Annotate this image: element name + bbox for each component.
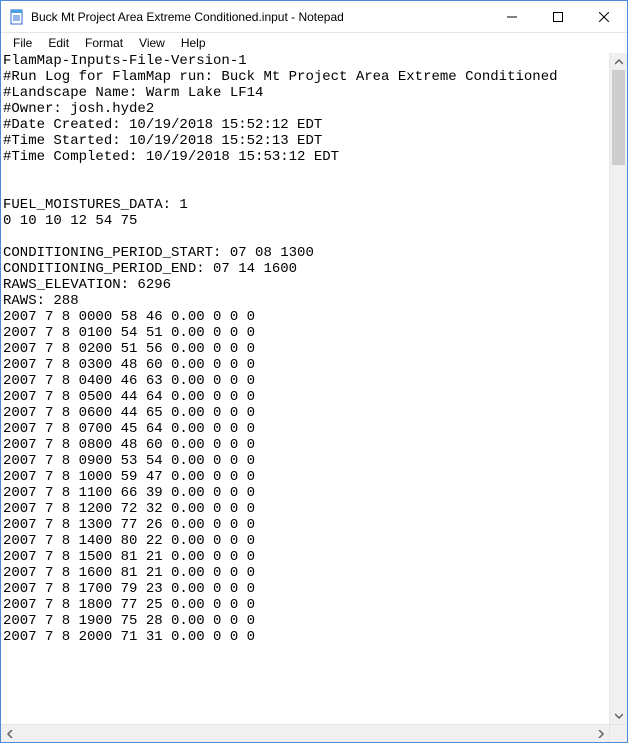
menu-view[interactable]: View — [131, 34, 173, 52]
document-text-area[interactable]: FlamMap-Inputs-File-Version-1 #Run Log f… — [1, 53, 609, 724]
scrollbar-corner — [609, 725, 627, 742]
menu-format[interactable]: Format — [77, 34, 131, 52]
text-content-wrapper: FlamMap-Inputs-File-Version-1 #Run Log f… — [1, 53, 627, 724]
scroll-left-arrow-icon[interactable] — [1, 725, 18, 742]
scroll-up-arrow-icon[interactable] — [610, 53, 627, 70]
horizontal-scroll-track[interactable] — [18, 725, 592, 742]
window-title: Buck Mt Project Area Extreme Conditioned… — [31, 10, 489, 24]
vertical-scroll-thumb[interactable] — [612, 70, 625, 165]
notepad-window: Buck Mt Project Area Extreme Conditioned… — [0, 0, 628, 743]
menu-file[interactable]: File — [5, 34, 40, 52]
scroll-right-arrow-icon[interactable] — [592, 725, 609, 742]
menu-edit[interactable]: Edit — [40, 34, 77, 52]
window-controls — [489, 1, 627, 32]
minimize-button[interactable] — [489, 1, 535, 32]
close-button[interactable] — [581, 1, 627, 32]
vertical-scroll-track[interactable] — [610, 70, 627, 707]
titlebar[interactable]: Buck Mt Project Area Extreme Conditioned… — [1, 1, 627, 33]
notepad-app-icon — [9, 9, 25, 25]
scroll-down-arrow-icon[interactable] — [610, 707, 627, 724]
horizontal-scrollbar[interactable] — [1, 724, 627, 742]
maximize-button[interactable] — [535, 1, 581, 32]
menu-help[interactable]: Help — [173, 34, 214, 52]
vertical-scrollbar[interactable] — [609, 53, 627, 724]
menubar: File Edit Format View Help — [1, 33, 627, 53]
